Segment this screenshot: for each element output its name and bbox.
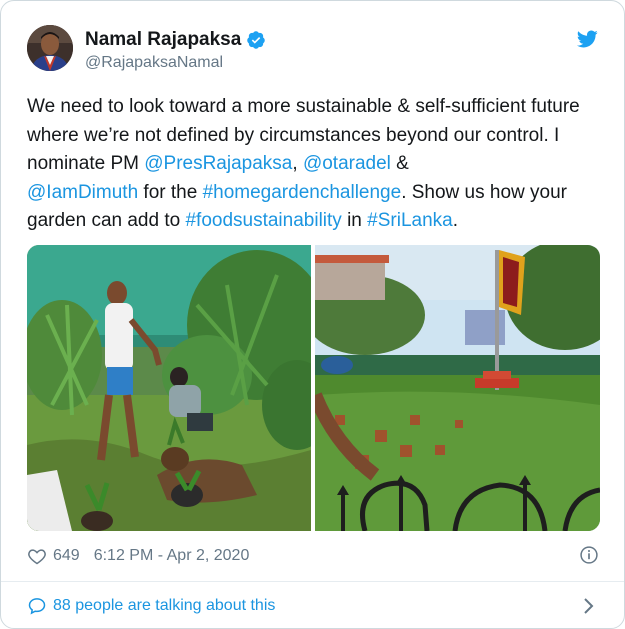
tweet-card[interactable]: Namal Rajapaksa @RajapaksaNamal We need … [0,0,625,629]
verified-badge-icon [247,31,266,49]
mention-link[interactable]: @PresRajapaksa [144,153,292,174]
mention-link[interactable]: @otaradel [303,153,391,174]
tweet-text-part: . [452,210,458,231]
conversation-link[interactable]: 88 people are talking about this [27,596,275,616]
heart-icon[interactable] [27,546,47,566]
info-icon[interactable] [579,545,599,565]
media-grid [27,245,600,531]
tweet-meta: 649 6:12 PM - Apr 2, 2020 [27,546,249,566]
tweet-text-part: in [341,210,368,231]
like-count[interactable]: 649 [53,547,80,565]
hashtag-link[interactable]: #foodsustainability [185,210,341,231]
twitter-bird-icon[interactable] [575,28,599,50]
tweet-text-part: for the [138,181,203,203]
author-handle[interactable]: @RajapaksaNamal [85,54,223,72]
timestamp[interactable]: 6:12 PM - Apr 2, 2020 [94,547,250,565]
tweet-text-part: , [292,153,303,174]
divider [1,581,624,582]
photo-lawn-flag[interactable] [315,245,600,531]
speech-bubble-icon [28,598,46,615]
author-name[interactable]: Namal Rajapaksa [85,29,241,51]
mention-link[interactable]: @IamDimuth [27,182,138,203]
avatar[interactable] [27,25,73,71]
chevron-right-icon[interactable] [581,596,597,616]
tweet-text: We need to look toward a more sustainabl… [27,93,597,236]
hashtag-link[interactable]: #homegardenchallenge [203,182,402,203]
photo-garden-planting[interactable] [27,245,311,531]
conversation-label[interactable]: 88 people are talking about this [53,597,275,615]
hashtag-link[interactable]: #SriLanka [367,210,453,231]
tweet-text-part: & [390,153,409,174]
